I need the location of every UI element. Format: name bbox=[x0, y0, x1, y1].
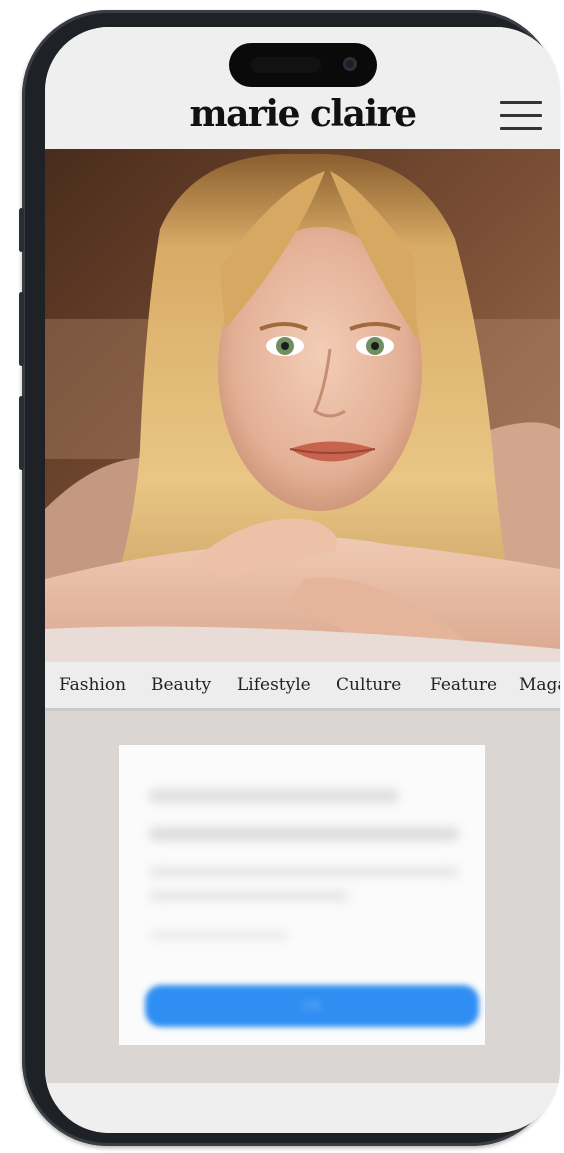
nav-item-feature[interactable]: Feature bbox=[430, 675, 497, 695]
dynamic-island bbox=[229, 43, 377, 87]
category-nav: Fashion Beauty Lifestyle Culture Feature… bbox=[45, 662, 560, 711]
hamburger-menu-icon[interactable] bbox=[500, 101, 542, 131]
blurred-ad-dialog[interactable]: OK bbox=[119, 745, 485, 1045]
ad-cta-button[interactable]: OK bbox=[145, 985, 479, 1027]
nav-item-beauty[interactable]: Beauty bbox=[151, 675, 211, 695]
camera-lens-icon bbox=[343, 57, 357, 71]
volume-up-button bbox=[19, 292, 24, 366]
volume-down-button bbox=[19, 396, 24, 470]
nav-item-culture[interactable]: Culture bbox=[336, 675, 401, 695]
portrait-photo bbox=[45, 149, 560, 662]
action-button bbox=[19, 208, 24, 252]
nav-item-magazine[interactable]: Maga bbox=[519, 675, 560, 695]
phone-screen: marie claire Fashion Beauty Lifestyle Cu… bbox=[45, 27, 560, 1133]
nav-item-fashion[interactable]: Fashion bbox=[59, 675, 126, 695]
bottom-bar bbox=[45, 1083, 560, 1133]
hero-image[interactable] bbox=[45, 149, 560, 662]
brand-logo[interactable]: marie claire bbox=[45, 93, 560, 135]
content-area: OK bbox=[45, 711, 560, 1083]
nav-item-lifestyle[interactable]: Lifestyle bbox=[237, 675, 311, 695]
